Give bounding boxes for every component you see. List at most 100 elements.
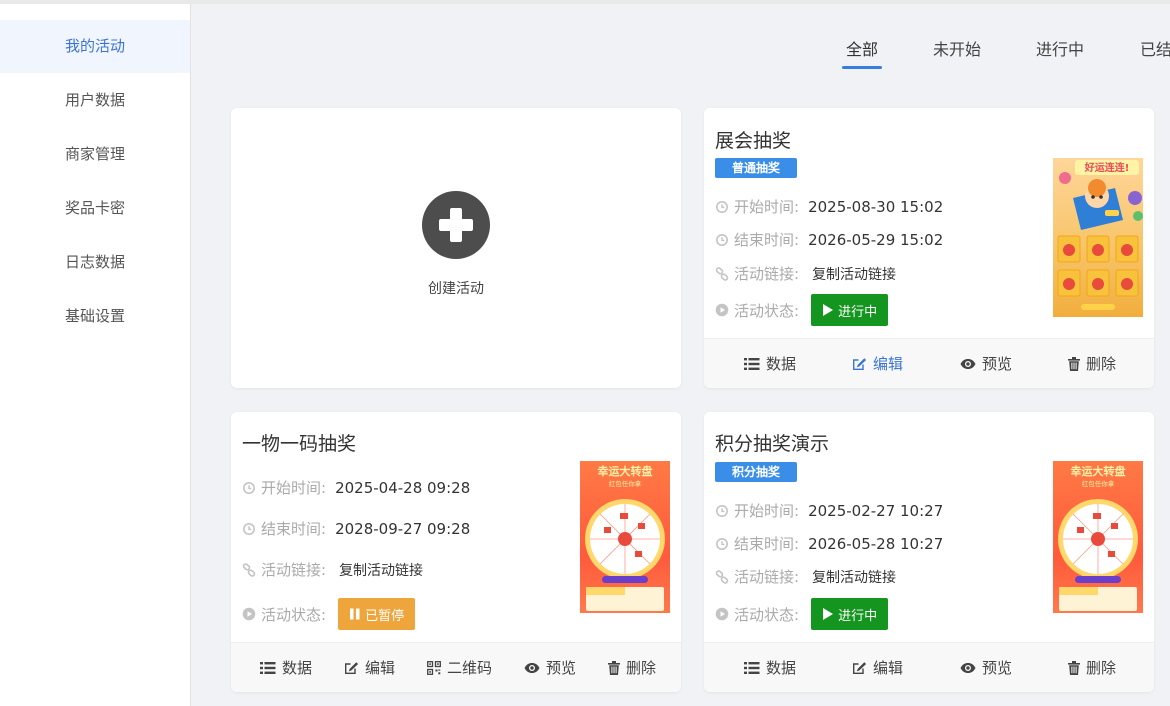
status-row: 活动状态: 进行中 [715,598,889,630]
start-time-row: 开始时间: 2025-02-27 10:27 [715,500,943,521]
card-actions: 数据 编辑 二维码 预览 删除 [231,642,681,692]
status-running-badge[interactable]: 进行中 [811,598,889,630]
activity-title: 一物一码抽奖 [242,433,357,455]
trash-icon [1068,661,1080,675]
status-text: 进行中 [838,608,878,624]
end-time-value: 2026-05-28 10:27 [808,534,944,553]
edit-button[interactable]: 编辑 [852,339,903,388]
activity-card: 展会抽奖 普通抽奖 开始时间: 2025-08-30 15:02 结束时间: 2… [704,108,1154,388]
end-time-label: 结束时间: [261,520,327,538]
copy-link-button[interactable]: 复制活动链接 [812,567,896,587]
edit-button[interactable]: 编辑 [344,643,395,692]
edit-icon [344,661,359,675]
data-label: 数据 [766,355,797,373]
edit-label: 编辑 [873,355,904,373]
status-label: 活动状态: [734,605,800,624]
tab-all[interactable]: 全部 [842,36,883,72]
activity-thumbnail[interactable]: 幸运大转盘 红包任你拿 [580,461,670,620]
sidebar-item-basic-settings[interactable]: 基础设置 [0,289,190,343]
preview-label: 预览 [982,659,1013,677]
thumb-title: 幸运大转盘 [598,464,653,478]
delete-button[interactable]: 删除 [1068,339,1116,388]
end-time-label: 结束时间: [734,535,800,553]
delete-button[interactable]: 删除 [608,643,656,692]
status-tabs: 全部 未开始 进行中 已结 [820,36,1170,76]
end-time-row: 结束时间: 2028-09-27 09:28 [242,518,470,539]
status-paused-badge[interactable]: 已暂停 [338,598,416,630]
activity-thumbnail[interactable]: 好运连连! [1053,158,1143,317]
card-actions: 数据 编辑 预览 删除 [704,338,1154,388]
status-running-badge[interactable]: 进行中 [811,294,889,326]
activity-thumbnail[interactable]: 幸运大转盘 红包任你拿 [1053,461,1143,620]
data-label: 数据 [282,659,313,677]
thumb-title: 好运连连! [1084,161,1130,174]
copy-link-button[interactable]: 复制活动链接 [812,264,896,284]
sidebar-item-prize-codes[interactable]: 奖品卡密 [0,181,190,235]
start-time-value: 2025-08-30 15:02 [808,197,944,216]
clock-icon [715,504,729,518]
clock-icon [715,537,729,551]
activity-title: 展会抽奖 [715,130,792,152]
sidebar-item-my-activities[interactable]: 我的活动 [0,20,190,73]
delete-label: 删除 [1086,355,1117,373]
data-button[interactable]: 数据 [744,643,796,692]
start-time-value: 2025-04-28 09:28 [335,478,471,497]
thumb-subtitle: 红包任你拿 [1082,479,1115,488]
edit-icon [852,357,867,371]
activity-type-badge: 积分抽奖 [715,462,798,482]
qrcode-button[interactable]: 二维码 [427,643,492,692]
create-activity-card[interactable]: 创建活动 [231,108,681,388]
eye-icon [960,358,976,370]
tab-in-progress[interactable]: 进行中 [1036,36,1084,72]
activity-card: 一物一码抽奖 开始时间: 2025-04-28 09:28 结束时间: 2028… [231,412,681,692]
start-time-row: 开始时间: 2025-08-30 15:02 [715,196,943,217]
link-label: 活动链接: [261,561,327,579]
status-row: 活动状态: 进行中 [715,294,889,326]
status-text: 已暂停 [365,608,405,624]
end-time-row: 结束时间: 2026-05-28 10:27 [715,533,943,554]
activity-card: 积分抽奖演示 积分抽奖 开始时间: 2025-02-27 10:27 结束时间:… [704,412,1154,692]
copy-link-button[interactable]: 复制活动链接 [339,560,423,580]
sidebar-item-user-data[interactable]: 用户数据 [0,73,190,127]
tab-all-label: 全部 [846,40,879,59]
activity-type-badge: 普通抽奖 [715,158,798,178]
data-button[interactable]: 数据 [260,643,312,692]
link-row: 活动链接: 复制活动链接 [715,263,896,284]
thumb-title: 幸运大转盘 [1071,464,1126,478]
link-icon [715,570,729,584]
data-button[interactable]: 数据 [744,339,796,388]
trash-icon [608,661,620,675]
preview-button[interactable]: 预览 [960,643,1012,692]
activity-title: 积分抽奖演示 [715,433,830,455]
start-time-row: 开始时间: 2025-04-28 09:28 [242,477,470,498]
eye-icon [524,662,540,674]
thumb-subtitle: 红包任你拿 [609,479,642,488]
clock-icon [242,481,256,495]
tab-not-started[interactable]: 未开始 [933,36,981,72]
sidebar-item-log-data[interactable]: 日志数据 [0,235,190,289]
lucky-wheel-illustration: 幸运大转盘 红包任你拿 [1053,464,1143,620]
link-row: 活动链接: 复制活动链接 [242,559,423,580]
play-circle-icon [242,607,256,621]
preview-button[interactable]: 预览 [524,643,576,692]
delete-label: 删除 [626,659,657,677]
edit-button[interactable]: 编辑 [852,643,903,692]
sidebar-item-merchant-management[interactable]: 商家管理 [0,127,190,181]
tab-ended[interactable]: 已结 [1140,36,1170,72]
status-label: 活动状态: [734,301,800,320]
link-icon [242,563,256,577]
status-text: 进行中 [838,304,878,320]
card-actions: 数据 编辑 预览 删除 [704,642,1154,692]
status-row: 活动状态: 已暂停 [242,598,416,630]
preview-button[interactable]: 预览 [960,339,1012,388]
link-label: 活动链接: [734,568,800,586]
delete-label: 删除 [1086,659,1117,677]
lucky-box-illustration: 好运连连! [1057,160,1143,310]
trash-icon [1068,357,1080,371]
end-time-value: 2028-09-27 09:28 [335,519,471,538]
clock-icon [715,200,729,214]
tab-active-underline [842,66,883,69]
start-time-label: 开始时间: [734,198,800,216]
lucky-wheel-illustration: 幸运大转盘 红包任你拿 [580,464,670,620]
delete-button[interactable]: 删除 [1068,643,1116,692]
